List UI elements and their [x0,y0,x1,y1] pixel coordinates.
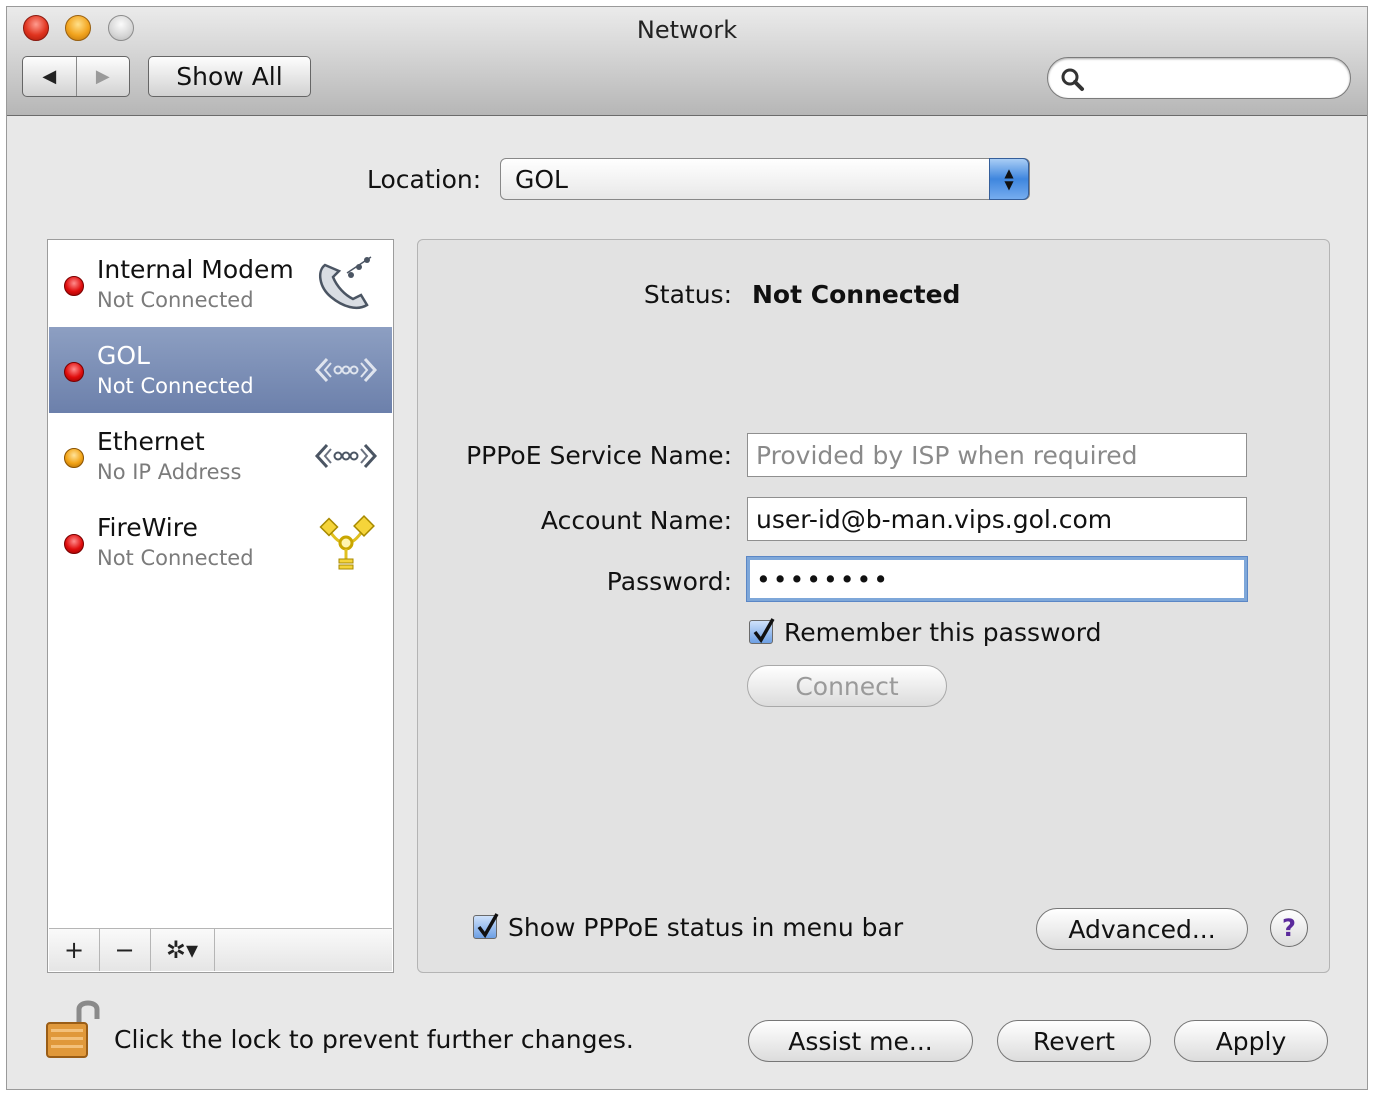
service-item-ethernet[interactable]: Ethernet No IP Address [49,413,392,499]
status-indicator-red-icon [64,276,84,296]
remove-service-button[interactable]: − [99,929,151,971]
lock-message: Click the lock to prevent further change… [114,1025,634,1054]
pppoe-service-name-label: PPPoE Service Name: [466,441,732,470]
service-status: Not Connected [97,288,254,312]
password-field[interactable] [747,557,1247,601]
status-value: Not Connected [752,280,961,309]
service-name: Ethernet [97,427,205,456]
forward-arrow-icon: ▶ [95,66,110,87]
plus-icon: + [63,936,85,964]
pppoe-service-name-field[interactable] [747,433,1247,477]
checkmark-icon [477,913,499,939]
apply-button[interactable]: Apply [1174,1020,1328,1062]
advanced-button[interactable]: Advanced... [1036,908,1248,950]
firewire-icon [319,515,375,570]
action-menu-button[interactable]: ✲▾ [150,929,215,971]
remember-password-checkbox[interactable] [749,618,775,644]
service-name: Internal Modem [97,255,294,284]
window-title: Network [636,16,738,44]
remember-password-label: Remember this password [784,618,1102,647]
service-status: Not Connected [97,546,254,570]
service-status: Not Connected [97,374,254,398]
back-button[interactable]: ◀ [23,57,76,96]
location-label: Location: [367,165,482,194]
assist-me-button[interactable]: Assist me... [748,1020,973,1062]
popup-arrows-icon: ▲ ▼ [989,158,1029,200]
forward-button[interactable]: ▶ [75,57,130,96]
location-value: GOL [515,165,568,194]
service-item-firewire[interactable]: FireWire Not Connected [49,499,392,585]
status-indicator-orange-icon [64,448,84,468]
pppoe-ethernet-icon [314,357,378,383]
account-name-label: Account Name: [540,506,732,535]
show-all-button[interactable]: Show All [148,56,311,97]
show-pppoe-status-checkbox[interactable] [473,913,499,939]
help-button[interactable]: ? [1270,909,1308,947]
search-icon [1061,68,1084,91]
service-item-internal-modem[interactable]: Internal Modem Not Connected [49,241,392,327]
account-name-field[interactable] [747,497,1247,541]
back-forward-group: ◀ ▶ [22,56,130,97]
unlocked-padlock-icon[interactable] [45,999,105,1059]
password-label: Password: [606,567,732,596]
show-pppoe-status-label: Show PPPoE status in menu bar [508,913,904,942]
toolbar: Network ◀ ▶ Show All [7,7,1367,116]
service-list-toolbar: + − ✲▾ [49,928,392,971]
checkmark-icon [753,618,775,644]
back-arrow-icon: ◀ [42,66,57,87]
service-detail-pane: Status: Not Connected PPPoE Service Name… [417,239,1330,973]
service-list: Internal Modem Not Connected GOL Not Con… [47,239,394,973]
network-preferences-window: Network ◀ ▶ Show All Location: GOL ▲ ▼ In… [6,6,1368,1090]
add-service-button[interactable]: + [49,929,100,971]
ethernet-icon [314,443,378,469]
phone-modem-icon [318,256,372,309]
search-field[interactable] [1047,57,1351,99]
search-input[interactable] [1092,64,1336,94]
service-name: FireWire [97,513,198,542]
service-name: GOL [97,341,150,370]
minus-icon: − [114,936,135,964]
location-popup[interactable]: GOL ▲ ▼ [500,158,1030,200]
service-status: No IP Address [97,460,242,484]
revert-button[interactable]: Revert [997,1020,1151,1062]
status-indicator-red-icon [64,534,84,554]
gear-icon: ✲▾ [165,936,199,964]
service-item-gol[interactable]: GOL Not Connected [49,327,392,413]
status-label: Status: [643,280,732,309]
status-indicator-red-icon [64,362,84,382]
connect-button[interactable]: Connect [747,665,947,707]
